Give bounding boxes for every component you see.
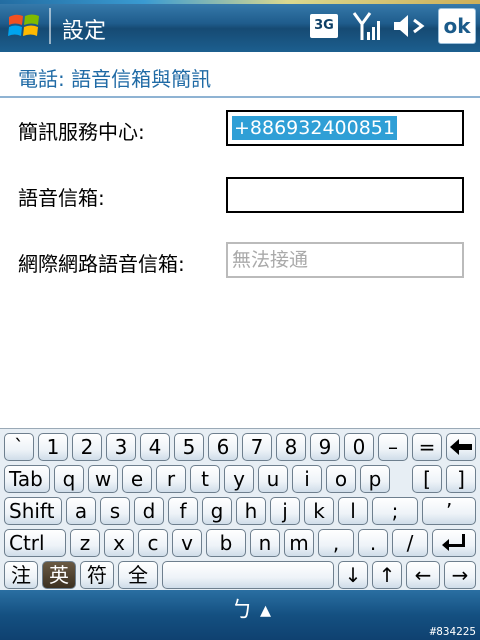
key-right-bracket[interactable]: ]: [446, 465, 476, 493]
key-left-bracket[interactable]: [: [412, 465, 442, 493]
key-apostrophe[interactable]: ’: [422, 497, 476, 525]
backspace-icon: [450, 439, 472, 455]
page-header: 電話: 語音信箱與簡訊: [0, 52, 480, 98]
key-t[interactable]: t: [190, 465, 220, 493]
zhuyin-mode-key[interactable]: 注: [4, 561, 38, 589]
sms-center-label: 簡訊服務中心:: [18, 120, 145, 144]
key-4[interactable]: 4: [140, 433, 170, 461]
key-0[interactable]: 0: [344, 433, 374, 461]
key-p[interactable]: p: [360, 465, 390, 493]
fullwidth-mode-key[interactable]: 全: [118, 561, 158, 589]
left-arrow-key[interactable]: ←: [406, 561, 440, 589]
title-separator: [49, 8, 51, 44]
enter-key[interactable]: [432, 529, 476, 557]
key-n[interactable]: n: [250, 529, 280, 557]
key-2[interactable]: 2: [72, 433, 102, 461]
key-d[interactable]: d: [134, 497, 164, 525]
key-semicolon[interactable]: ;: [372, 497, 418, 525]
key-9[interactable]: 9: [310, 433, 340, 461]
key-7[interactable]: 7: [242, 433, 272, 461]
key-w[interactable]: w: [88, 465, 118, 493]
title-bar: 設定 3G ok: [0, 0, 480, 52]
internet-voicemail-label: 網際網路語音信箱:: [18, 252, 185, 276]
key-equals[interactable]: =: [412, 433, 442, 461]
app-title: 設定: [62, 19, 107, 44]
soft-keyboard: ` 1 2 3 4 5 6 7 8 9 0 – = Tab q w e r t …: [0, 428, 480, 591]
voicemail-label: 語音信箱:: [18, 186, 105, 210]
input-method-button[interactable]: ㄅ ▴: [228, 596, 274, 626]
key-i[interactable]: i: [292, 465, 322, 493]
key-e[interactable]: e: [122, 465, 152, 493]
key-b[interactable]: b: [206, 529, 246, 557]
key-x[interactable]: x: [104, 529, 134, 557]
key-c[interactable]: c: [138, 529, 168, 557]
key-o[interactable]: o: [326, 465, 356, 493]
title-bar-accent: [0, 0, 480, 4]
key-6[interactable]: 6: [208, 433, 238, 461]
signal-strength-icon[interactable]: [352, 10, 382, 42]
sms-center-value: +886932400851: [232, 116, 397, 140]
network-3g-icon[interactable]: 3G: [310, 14, 338, 38]
key-r[interactable]: r: [156, 465, 186, 493]
key-8[interactable]: 8: [276, 433, 306, 461]
key-backtick[interactable]: `: [4, 433, 34, 461]
key-u[interactable]: u: [258, 465, 288, 493]
enter-icon: [442, 534, 465, 551]
key-k[interactable]: k: [304, 497, 334, 525]
key-h[interactable]: h: [236, 497, 266, 525]
page-title: 電話: 語音信箱與簡訊: [18, 67, 212, 91]
key-y[interactable]: y: [224, 465, 254, 493]
tab-key[interactable]: Tab: [4, 465, 50, 493]
voicemail-field[interactable]: [226, 177, 464, 213]
english-mode-key[interactable]: 英: [42, 561, 76, 589]
key-g[interactable]: g: [202, 497, 232, 525]
down-arrow-key[interactable]: ↓: [338, 561, 368, 589]
right-arrow-key[interactable]: →: [444, 561, 476, 589]
ok-button[interactable]: ok: [438, 8, 476, 44]
key-z[interactable]: z: [70, 529, 100, 557]
up-arrow-key[interactable]: ↑: [372, 561, 402, 589]
key-j[interactable]: j: [270, 497, 300, 525]
volume-icon[interactable]: [392, 12, 426, 40]
key-comma[interactable]: ,: [318, 529, 354, 557]
internet-voicemail-value: 無法接通: [232, 249, 309, 271]
key-5[interactable]: 5: [174, 433, 204, 461]
key-1[interactable]: 1: [38, 433, 68, 461]
key-minus[interactable]: –: [378, 433, 408, 461]
key-3[interactable]: 3: [106, 433, 136, 461]
symbol-mode-key[interactable]: 符: [80, 561, 114, 589]
internet-voicemail-field: 無法接通: [226, 242, 464, 278]
ctrl-key[interactable]: Ctrl: [4, 529, 66, 557]
windows-start-icon[interactable]: [6, 9, 42, 43]
shift-key[interactable]: Shift: [4, 497, 62, 525]
key-f[interactable]: f: [168, 497, 198, 525]
key-s[interactable]: s: [100, 497, 130, 525]
key-v[interactable]: v: [172, 529, 202, 557]
watermark: #834225: [429, 625, 476, 638]
header-divider: [0, 96, 480, 98]
space-key[interactable]: [162, 561, 334, 589]
key-l[interactable]: l: [338, 497, 368, 525]
sms-center-field[interactable]: +886932400851: [226, 110, 464, 146]
key-period[interactable]: .: [358, 529, 388, 557]
backspace-key[interactable]: [446, 433, 476, 461]
key-slash[interactable]: /: [392, 529, 428, 557]
key-q[interactable]: q: [54, 465, 84, 493]
key-a[interactable]: a: [66, 497, 96, 525]
key-m[interactable]: m: [284, 529, 314, 557]
